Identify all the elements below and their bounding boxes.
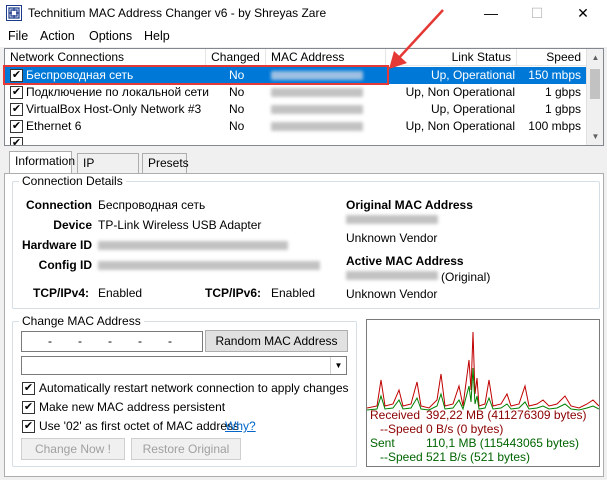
row-checkbox[interactable]: ✔ bbox=[10, 120, 23, 133]
chevron-down-icon[interactable]: ▼ bbox=[330, 357, 346, 374]
sent-speed-label: --Speed bbox=[380, 450, 423, 464]
device-label: Device bbox=[53, 218, 92, 232]
row-speed: 1 gbps bbox=[544, 85, 581, 99]
row-status: Up, Operational bbox=[430, 102, 515, 116]
menu-bar: File Action Options Help bbox=[0, 27, 607, 47]
sent-value: 110,1 MB (115443065 bytes) bbox=[426, 436, 579, 450]
traffic-chart bbox=[367, 331, 599, 411]
menu-help[interactable]: Help bbox=[144, 29, 170, 43]
column-mac-address[interactable]: MAC Address bbox=[266, 49, 386, 66]
mac-separator: - bbox=[168, 334, 172, 348]
row-speed: 1 gbps bbox=[544, 102, 581, 116]
network-row-partial[interactable]: ✔ bbox=[5, 135, 587, 145]
scroll-thumb[interactable] bbox=[590, 69, 600, 99]
row-name: VirtualBox Host-Only Network #3 bbox=[26, 102, 202, 116]
hardware-id-redacted bbox=[98, 241, 288, 250]
persistent-checkbox[interactable]: ✔ bbox=[22, 401, 35, 414]
active-mac-suffix: (Original) bbox=[441, 270, 491, 284]
random-mac-button[interactable]: Random MAC Address bbox=[205, 330, 348, 352]
row-checkbox[interactable]: ✔ bbox=[10, 103, 23, 116]
hardware-id-label: Hardware ID bbox=[21, 238, 92, 252]
received-label: Received bbox=[370, 408, 421, 422]
tcpipv4-label: TCP/IPv4: bbox=[33, 286, 90, 300]
annotation-arrow-icon bbox=[389, 9, 444, 69]
row-checkbox[interactable]: ✔ bbox=[10, 137, 23, 145]
mac-separator: - bbox=[108, 334, 112, 348]
connection-value: Беспроводная сеть bbox=[98, 198, 206, 212]
column-changed[interactable]: Changed bbox=[206, 49, 266, 66]
mac-separator: - bbox=[78, 334, 82, 348]
tcpipv4-value: Enabled bbox=[98, 286, 143, 300]
received-speed-value: 0 B/s (0 bytes) bbox=[426, 422, 504, 436]
restore-original-button[interactable]: Restore Original bbox=[131, 438, 241, 460]
menu-options[interactable]: Options bbox=[89, 29, 132, 43]
use-02-label: Use '02' as first octet of MAC address bbox=[39, 419, 239, 433]
active-mac-redacted bbox=[346, 271, 438, 280]
config-id-label: Config ID bbox=[38, 258, 92, 272]
tcpipv6-label: TCP/IPv6: bbox=[205, 286, 262, 300]
row-changed: No bbox=[229, 102, 245, 116]
sent-speed-value: 521 B/s (521 bytes) bbox=[426, 450, 531, 464]
auto-restart-label: Automatically restart network connection… bbox=[39, 381, 349, 395]
tab-presets[interactable]: Presets bbox=[142, 153, 189, 173]
row-status: Up, Non Operational bbox=[405, 119, 515, 133]
network-row[interactable]: ✔ Подключение по локальной сети No Up, N… bbox=[5, 84, 587, 101]
scroll-down-icon[interactable]: ▼ bbox=[587, 128, 603, 145]
device-value: TP-Link Wireless USB Adapter bbox=[98, 218, 262, 232]
auto-restart-checkbox[interactable]: ✔ bbox=[22, 382, 35, 395]
row-speed: 150 mbps bbox=[528, 68, 581, 82]
network-row[interactable]: ✔ Ethernet 6 No Up, Non Operational 100 … bbox=[5, 118, 587, 135]
scroll-up-icon[interactable]: ▲ bbox=[587, 49, 603, 66]
tab-ip-address[interactable]: IP Address bbox=[77, 153, 139, 188]
network-connections-list[interactable]: Network Connections Changed MAC Address … bbox=[4, 48, 604, 146]
maximize-button[interactable]: ☐ bbox=[514, 0, 560, 27]
original-mac-label: Original MAC Address bbox=[346, 198, 473, 212]
list-scrollbar[interactable]: ▲ ▼ bbox=[586, 49, 603, 145]
active-vendor: Unknown Vendor bbox=[346, 287, 438, 301]
received-speed-label: --Speed bbox=[380, 422, 423, 436]
tab-information[interactable]: Information bbox=[9, 151, 75, 174]
highlight-box bbox=[3, 65, 389, 85]
sent-label: Sent bbox=[370, 436, 395, 450]
row-mac-redacted bbox=[271, 105, 363, 114]
row-checkbox[interactable]: ✔ bbox=[10, 86, 23, 99]
change-mac-title: Change MAC Address bbox=[19, 314, 144, 328]
app-icon bbox=[6, 5, 22, 21]
close-button[interactable]: ✕ bbox=[560, 0, 606, 27]
connection-details-title: Connection Details bbox=[19, 174, 126, 188]
use-02-checkbox[interactable]: ✔ bbox=[22, 420, 35, 433]
connection-label: Connection bbox=[26, 198, 92, 212]
title-bar: Technitium MAC Address Changer v6 - by S… bbox=[0, 0, 607, 27]
mac-separator: - bbox=[138, 334, 142, 348]
original-vendor: Unknown Vendor bbox=[346, 231, 438, 245]
window-title: Technitium MAC Address Changer v6 - by S… bbox=[28, 6, 327, 20]
row-speed: 100 mbps bbox=[528, 119, 581, 133]
column-network-connections[interactable]: Network Connections bbox=[5, 49, 206, 66]
row-changed: No bbox=[229, 85, 245, 99]
row-mac-redacted bbox=[271, 122, 363, 131]
change-now-button[interactable]: Change Now ! bbox=[21, 438, 125, 460]
row-status: Up, Non Operational bbox=[405, 85, 515, 99]
tcpipv6-value: Enabled bbox=[271, 286, 316, 300]
mac-address-input[interactable]: - - - - - bbox=[21, 331, 203, 352]
config-id-redacted bbox=[98, 261, 320, 270]
network-row[interactable]: ✔ VirtualBox Host-Only Network #3 No Up,… bbox=[5, 101, 587, 118]
active-mac-label: Active MAC Address bbox=[346, 254, 464, 268]
persistent-label: Make new MAC address persistent bbox=[39, 400, 226, 414]
row-name: Подключение по локальной сети bbox=[26, 85, 209, 99]
row-mac-redacted bbox=[271, 88, 363, 97]
row-changed: No bbox=[229, 119, 245, 133]
vendor-dropdown[interactable]: ▼ bbox=[21, 356, 347, 375]
minimize-button[interactable]: — bbox=[468, 0, 514, 27]
mac-separator: - bbox=[48, 334, 52, 348]
menu-action[interactable]: Action bbox=[40, 29, 75, 43]
row-name: Ethernet 6 bbox=[26, 119, 82, 133]
received-value: 392,22 MB (411276309 bytes) bbox=[426, 408, 587, 422]
why-link[interactable]: Why? bbox=[225, 419, 256, 433]
menu-file[interactable]: File bbox=[8, 29, 28, 43]
original-mac-redacted bbox=[346, 215, 438, 224]
column-speed[interactable]: Speed bbox=[517, 49, 587, 66]
